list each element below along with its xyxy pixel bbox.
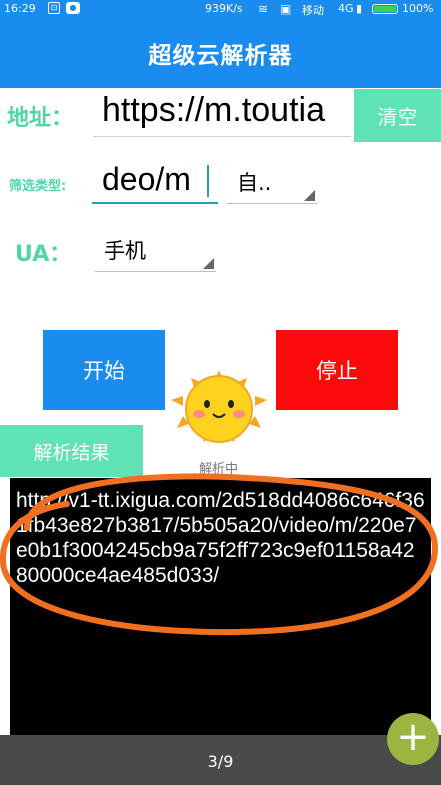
filter-type-input[interactable]: deo/m — [92, 156, 218, 204]
signal-icon: ▮ — [356, 2, 363, 15]
ua-label: UA： — [15, 242, 72, 267]
add-button[interactable]: + — [387, 713, 439, 765]
status-bar: 16:29 ⊡ ● 939K/s ≋ ▣ 移动 4G ▮ 100% — [0, 0, 441, 18]
battery-percent: 100% — [402, 2, 434, 15]
network-type: 4G — [338, 2, 354, 15]
filter-select-value: 自.. — [237, 171, 272, 195]
text-cursor — [207, 165, 209, 197]
battery-icon — [372, 4, 398, 14]
address-label: 地址： — [7, 106, 74, 131]
notification-icon: ⊡ — [48, 2, 60, 14]
dropdown-triangle-icon — [203, 258, 214, 269]
start-button[interactable]: 开始 — [43, 330, 165, 410]
ua-select[interactable]: 手机 — [95, 236, 216, 272]
plus-icon: + — [396, 714, 430, 760]
page-indicator: 3/9 — [207, 752, 234, 771]
dropdown-triangle-icon — [304, 190, 315, 201]
sim-icon: ▣ — [280, 2, 292, 16]
network-speed: 939K/s — [205, 2, 243, 15]
carrier-name: 移动 — [302, 4, 324, 17]
filter-type-select[interactable]: 自.. — [227, 168, 317, 204]
app-title: 超级云解析器 — [0, 18, 441, 88]
ua-select-value: 手机 — [104, 239, 146, 263]
status-time: 16:29 — [4, 2, 36, 15]
filter-type-label: 筛选类型: — [9, 179, 67, 194]
wechat-icon: ● — [66, 2, 80, 14]
parsing-status: 解析中 — [199, 462, 239, 477]
url-input[interactable]: https://m.toutia — [93, 89, 351, 137]
sun-mascot-icon — [171, 370, 267, 443]
clear-button[interactable]: 清空 — [354, 89, 441, 142]
stop-button[interactable]: 停止 — [276, 330, 398, 410]
result-url-text[interactable]: http://v1-tt.ixigua.com/2d518dd4086c646f… — [16, 488, 426, 588]
result-label-button[interactable]: 解析结果 — [0, 425, 143, 477]
wifi-icon: ≋ — [258, 2, 269, 16]
